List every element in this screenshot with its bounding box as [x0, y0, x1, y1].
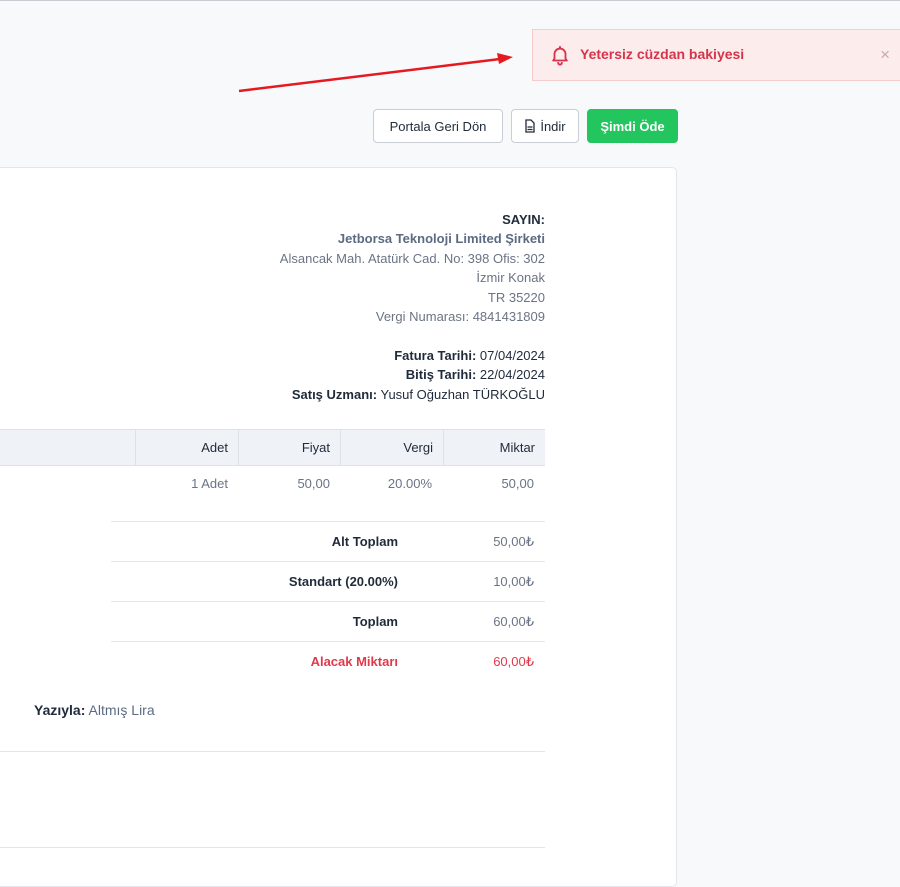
billing-address-line2: İzmir Konak	[476, 270, 545, 286]
billing-address-line1: Alsancak Mah. Atatürk Cad. No: 398 Ofis:…	[279, 250, 545, 266]
billing-tax-number: Vergi Numarası: 4841431809	[375, 309, 545, 325]
sales-rep-label: Satış Uzmanı:	[291, 386, 378, 402]
billing-address: SAYIN: Jetborsa Teknoloji Limited Şirket…	[280, 210, 545, 326]
subtotal-label: Alt Toplam	[331, 534, 398, 549]
column-header-quantity: Adet	[135, 430, 238, 465]
divider	[0, 751, 545, 752]
column-header-tax: Vergi	[340, 430, 443, 465]
billing-company: Jetborsa Teknoloji Limited Şirketi	[337, 231, 545, 247]
total-value: 60,00₺	[493, 614, 534, 629]
divider	[111, 561, 545, 562]
download-button[interactable]: İndir	[511, 109, 579, 143]
invoice-meta: Fatura Tarihi: 07/04/2024 Bitiş Tarihi: …	[292, 346, 545, 404]
billing-to-label: SAYIN:	[502, 212, 545, 227]
amount-in-words: Yazıyla: Altmış Lira	[34, 702, 155, 718]
total-label: Toplam	[352, 614, 398, 629]
pdf-file-icon	[525, 119, 535, 133]
due-date-label: Bitiş Tarihi:	[405, 367, 477, 383]
due-date: 22/04/2024	[479, 367, 545, 383]
column-header-amount: Miktar	[443, 430, 545, 465]
bell-icon	[552, 45, 568, 66]
balance-due-value: 60,00₺	[493, 654, 534, 669]
back-to-portal-button[interactable]: Portala Geri Dön	[373, 109, 503, 143]
error-toast: Yetersiz cüzdan bakiyesi ×	[532, 29, 900, 81]
divider	[111, 601, 545, 602]
toast-message: Yetersiz cüzdan bakiyesi	[580, 46, 745, 62]
cell-tax: 20.00%	[387, 476, 432, 491]
cell-amount: 50,00	[501, 476, 534, 491]
divider	[111, 641, 545, 642]
cell-quantity: 1 Adet	[191, 476, 228, 491]
download-label: İndir	[540, 118, 566, 134]
balance-due-label: Alacak Miktarı	[310, 654, 398, 669]
divider	[111, 521, 545, 522]
pay-now-button[interactable]: Şimdi Öde	[587, 109, 678, 143]
amount-in-words-value: Altmış Lira	[88, 702, 155, 718]
amount-in-words-label: Yazıyla:	[34, 702, 86, 718]
close-icon[interactable]: ×	[880, 45, 890, 65]
top-border	[0, 0, 900, 1]
sales-rep: Yusuf Oğuzhan TÜRKOĞLU	[380, 386, 545, 402]
tax-value: 10,00₺	[493, 574, 534, 589]
back-to-portal-label: Portala Geri Dön	[389, 118, 487, 134]
subtotal-value: 50,00₺	[493, 534, 534, 549]
tax-label: Standart (20.00%)	[288, 574, 398, 589]
divider	[0, 847, 545, 848]
billing-address-line3: TR 35220	[487, 289, 545, 305]
invoice-date: 07/04/2024	[479, 348, 545, 363]
invoice-date-label: Fatura Tarihi:	[394, 348, 477, 363]
column-header-price: Fiyat	[238, 430, 340, 465]
pay-now-label: Şimdi Öde	[600, 118, 665, 134]
cell-price: 50,00	[297, 476, 330, 491]
items-table-header: Adet Fiyat Vergi Miktar	[0, 429, 545, 466]
